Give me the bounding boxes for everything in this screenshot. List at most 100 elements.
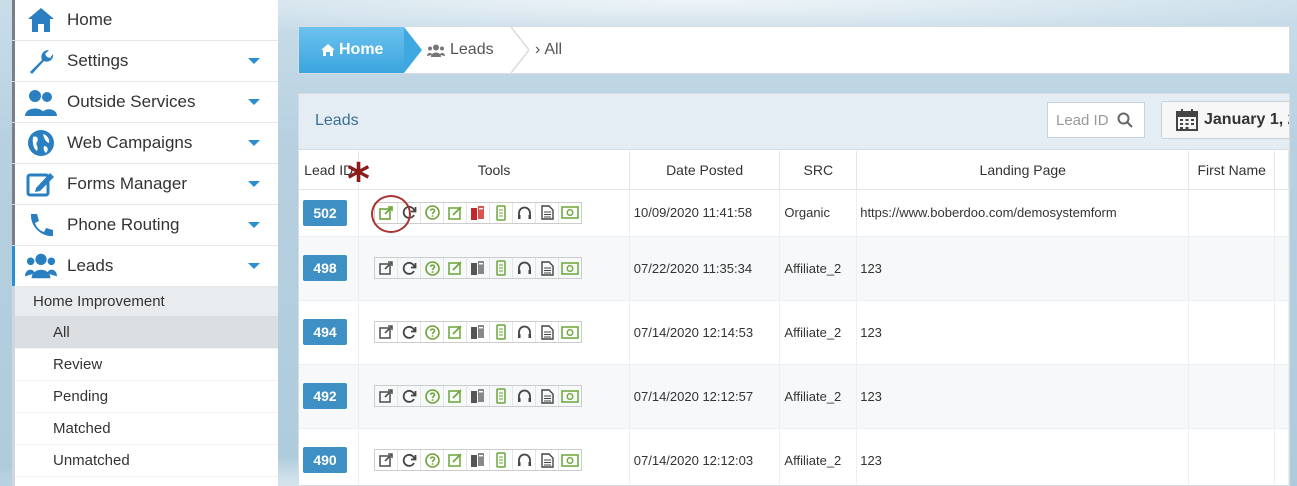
sidebar-item-label: Web Campaigns <box>67 133 193 152</box>
edit-icon[interactable] <box>444 202 468 223</box>
mobile-icon[interactable] <box>490 322 514 342</box>
column-header-next <box>1274 151 1289 190</box>
headset-icon[interactable] <box>513 322 537 342</box>
sidebar-subitem-pending[interactable]: Pending <box>15 381 278 413</box>
tools-group <box>374 385 583 407</box>
money-icon[interactable] <box>559 450 581 470</box>
sidebar-item-label: Forms Manager <box>67 174 187 193</box>
edit-icon[interactable] <box>444 450 468 470</box>
export-icon[interactable] <box>375 386 399 406</box>
refresh-icon[interactable] <box>398 258 422 278</box>
column-header-src[interactable]: SRC <box>779 151 858 190</box>
home-icon <box>321 44 335 56</box>
tools-group <box>374 449 583 471</box>
breadcrumb-leads-label: Leads <box>450 41 494 58</box>
sidebar-item-forms-manager[interactable]: Forms Manager <box>12 164 278 205</box>
sidebar-subitem-review[interactable]: Review <box>15 349 278 381</box>
lead-id-badge[interactable]: 498 <box>303 255 347 281</box>
breadcrumb-home[interactable]: Home <box>299 27 422 73</box>
phone-icon <box>25 209 57 241</box>
lead-id-badge[interactable]: 494 <box>303 319 347 345</box>
lead-id-badge[interactable]: 492 <box>303 383 347 409</box>
mobile-icon[interactable] <box>490 450 514 470</box>
lead-id-badge[interactable]: 502 <box>303 199 347 226</box>
help-icon[interactable] <box>421 450 445 470</box>
edit-icon[interactable] <box>444 322 468 342</box>
sidebar-item-web-campaigns[interactable]: Web Campaigns <box>12 123 278 164</box>
lead-id-cell: 498 <box>299 236 360 301</box>
table-header-row: Lead ID Tools Date Posted SRC Landing Pa… <box>299 151 1289 190</box>
help-icon[interactable] <box>421 202 445 223</box>
sidebar-item-settings[interactable]: Settings <box>12 41 278 82</box>
sidebar-subitem-all[interactable]: All <box>15 317 278 349</box>
sidebar-item-leads[interactable]: Leads <box>12 246 278 287</box>
date-posted-cell: 07/14/2020 12:12:03 <box>629 428 781 485</box>
sidebar-subitem-unmatched[interactable]: Unmatched <box>15 445 278 477</box>
date-range-button[interactable]: January 1, 2 <box>1161 101 1289 139</box>
column-header-date-posted[interactable]: Date Posted <box>629 151 781 190</box>
tools-cell <box>358 300 630 365</box>
first-name-cell <box>1188 364 1276 429</box>
help-icon[interactable] <box>421 258 445 278</box>
tools-cell <box>358 428 630 485</box>
file-icon[interactable] <box>536 386 560 406</box>
column-header-first-name[interactable]: First Name <box>1188 151 1276 190</box>
landing-page-cell: https://www.boberdoo.com/demosystemform <box>856 189 1190 237</box>
export-icon[interactable] <box>375 322 399 342</box>
headset-icon[interactable] <box>513 450 537 470</box>
refresh-icon[interactable] <box>398 322 422 342</box>
sidebar-item-phone-routing[interactable]: Phone Routing <box>12 205 278 246</box>
documents-icon[interactable] <box>467 202 491 223</box>
sidebar-item-label: Leads <box>67 256 114 275</box>
column-header-landing-page[interactable]: Landing Page <box>856 151 1190 190</box>
file-icon[interactable] <box>536 202 560 223</box>
next-cell <box>1274 364 1289 429</box>
help-icon[interactable] <box>421 322 445 342</box>
documents-icon[interactable] <box>467 386 491 406</box>
chevron-down-icon <box>248 222 260 228</box>
src-cell: Affiliate_2 <box>779 300 858 365</box>
money-icon[interactable] <box>559 203 581 223</box>
panel-header: Leads Lead ID January 1, 2 <box>299 94 1289 150</box>
breadcrumb-all[interactable]: › All <box>535 27 562 73</box>
documents-icon[interactable] <box>467 258 491 278</box>
sidebar-item-label: Settings <box>67 51 129 70</box>
file-icon[interactable] <box>536 258 560 278</box>
help-icon[interactable] <box>421 386 445 406</box>
edit-icon[interactable] <box>444 386 468 406</box>
refresh-icon[interactable] <box>398 386 422 406</box>
lead-id-cell: 494 <box>299 300 360 365</box>
table-row: 494 07/14/2020 12:14:53 Affiliate_2 123 <box>299 300 1289 365</box>
sidebar-item-outside-services[interactable]: Outside Services <box>12 82 278 123</box>
documents-icon[interactable] <box>467 450 491 470</box>
file-icon[interactable] <box>536 322 560 342</box>
money-icon[interactable] <box>559 386 581 406</box>
export-icon[interactable] <box>375 450 399 470</box>
lead-id-badge[interactable]: 490 <box>303 447 347 473</box>
edit-icon[interactable] <box>444 258 468 278</box>
export-icon[interactable] <box>375 258 399 278</box>
tools-cell <box>358 236 630 301</box>
mobile-icon[interactable] <box>490 202 514 223</box>
lead-id-search-input[interactable]: Lead ID <box>1047 102 1145 138</box>
sidebar-group-home-improvement[interactable]: Home Improvement <box>15 287 278 317</box>
chevron-right-icon: › <box>535 41 541 58</box>
money-icon[interactable] <box>559 322 581 342</box>
file-icon[interactable] <box>536 450 560 470</box>
mobile-icon[interactable] <box>490 258 514 278</box>
money-icon[interactable] <box>559 258 581 278</box>
headset-icon[interactable] <box>513 386 537 406</box>
mobile-icon[interactable] <box>490 386 514 406</box>
refresh-icon[interactable] <box>398 450 422 470</box>
headset-icon[interactable] <box>513 258 537 278</box>
sidebar-item-home[interactable]: Home <box>12 0 278 41</box>
chevron-down-icon <box>248 140 260 146</box>
src-cell: Organic <box>779 189 858 237</box>
lead-id-cell: 490 <box>299 428 360 485</box>
headset-icon[interactable] <box>513 202 537 223</box>
lead-id-placeholder: Lead ID <box>1056 111 1109 129</box>
sidebar-subitem-matched[interactable]: Matched <box>15 413 278 445</box>
documents-icon[interactable] <box>467 322 491 342</box>
breadcrumb-leads[interactable]: Leads <box>427 27 494 73</box>
tools-cell <box>358 364 630 429</box>
